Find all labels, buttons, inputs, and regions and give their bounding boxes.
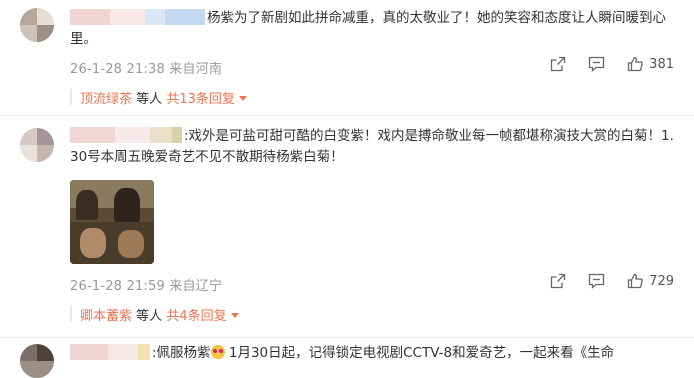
comment-item: :佩服杨紫 1月30日起，记得锁定电视剧CCTV-8和爱奇艺，一起来看《生命 <box>0 337 694 378</box>
avatar[interactable] <box>20 128 54 162</box>
username-blurred[interactable] <box>70 127 182 143</box>
comment-item: :戏外是可盐可甜可酷的白变紫！戏内是搏命敬业每一帧都堪称演技大赏的白菊！1.30… <box>0 115 694 338</box>
share-button[interactable] <box>550 273 566 289</box>
comment-button[interactable] <box>588 56 605 72</box>
caret-down-icon[interactable] <box>238 96 247 101</box>
comment-text: :佩服杨紫 1月30日起，记得锁定电视剧CCTV-8和爱奇艺，一起来看《生命 <box>70 343 674 364</box>
heart-eyes-emoji-icon <box>210 345 225 359</box>
comment-time: 26-1-28 21:38 来自河南 <box>70 62 223 77</box>
replies-summary[interactable]: 卿本蓄紫 等人 共4条回复 <box>70 302 670 330</box>
divider <box>70 89 72 105</box>
reply-count-link[interactable]: 共4条回复 <box>166 309 226 324</box>
thumbs-up-icon <box>628 56 643 72</box>
username-blurred[interactable] <box>70 9 205 25</box>
comment-button[interactable] <box>588 273 605 289</box>
reply-etc: 等人 <box>136 92 163 107</box>
comment-image[interactable] <box>70 180 154 264</box>
reply-etc: 等人 <box>136 309 163 324</box>
share-icon <box>551 56 566 72</box>
avatar[interactable] <box>20 344 54 378</box>
caret-down-icon[interactable] <box>230 313 239 318</box>
thumbs-up-icon <box>628 273 643 289</box>
replies-summary[interactable]: 顶流绿茶 等人 共13条回复 <box>70 85 670 113</box>
share-icon <box>551 273 566 289</box>
comment-body-continued: 1月30日起，记得锁定电视剧CCTV-8和爱奇艺，一起来看《生命 <box>224 345 615 361</box>
comment-time: 26-1-28 21:59 来自辽宁 <box>70 279 223 294</box>
share-button[interactable] <box>550 56 566 72</box>
comment-icon <box>589 273 605 289</box>
comment-item: 杨紫为了新剧如此拼命减重，真的太敬业了！她的笑容和态度让人瞬间暖到心里。 26-… <box>0 0 694 115</box>
comment-icon <box>589 56 605 72</box>
divider <box>70 306 72 322</box>
like-button[interactable]: 729 <box>627 273 674 289</box>
reply-username[interactable]: 顶流绿茶 <box>80 92 132 107</box>
comment-text: 杨紫为了新剧如此拼命减重，真的太敬业了！她的笑容和态度让人瞬间暖到心里。 <box>70 8 674 50</box>
comment-text: :戏外是可盐可甜可酷的白变紫！戏内是搏命敬业每一帧都堪称演技大赏的白菊！1.30… <box>70 126 674 168</box>
comment-body: :佩服杨紫 <box>152 345 211 361</box>
reply-username[interactable]: 卿本蓄紫 <box>80 309 132 324</box>
like-button[interactable]: 381 <box>627 56 674 72</box>
like-count: 729 <box>649 273 674 289</box>
username-blurred[interactable] <box>70 344 150 360</box>
reply-count-link[interactable]: 共13条回复 <box>166 92 235 107</box>
avatar[interactable] <box>20 8 54 42</box>
like-count: 381 <box>649 56 674 72</box>
